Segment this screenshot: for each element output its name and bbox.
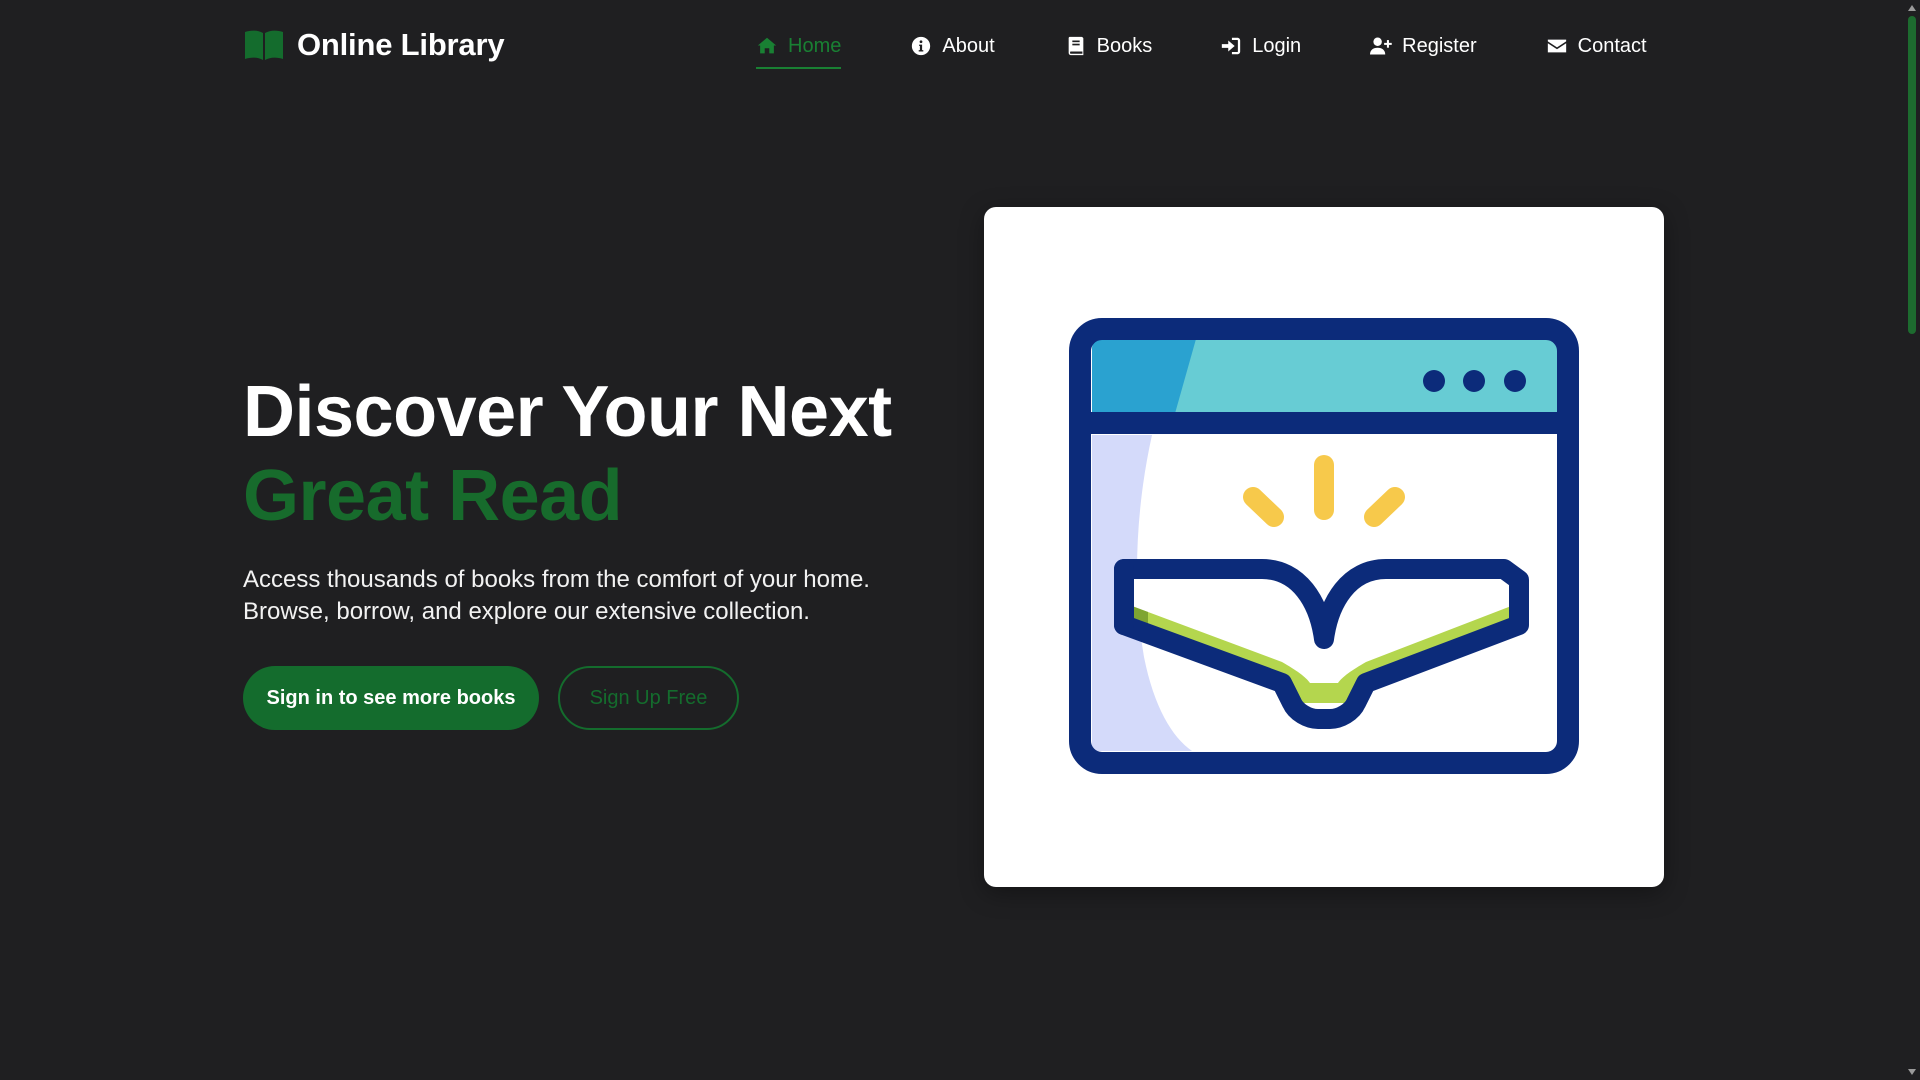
scroll-thumb[interactable] [1908, 16, 1916, 334]
nav-item-label: Contact [1577, 34, 1647, 57]
nav-item-label: Books [1096, 34, 1153, 57]
book-icon [1068, 36, 1083, 56]
hero-title: Discover Your Next Great Read [243, 370, 892, 538]
scroll-down-arrow-icon[interactable] [1908, 1069, 1916, 1075]
brand-logo[interactable]: Online Library [243, 26, 505, 64]
nav-item-books[interactable]: Books [1065, 28, 1153, 64]
sign-in-icon [1222, 37, 1241, 55]
sign-up-button[interactable]: Sign Up Free [558, 666, 739, 730]
hero-title-line1: Discover Your Next [243, 372, 892, 452]
info-circle-icon [912, 36, 931, 56]
envelope-icon [1547, 39, 1566, 53]
scroll-up-arrow-icon[interactable] [1908, 5, 1916, 11]
book-open-icon [245, 30, 283, 60]
user-plus-icon [1370, 37, 1392, 55]
browser-book-illustration [1069, 318, 1579, 774]
nav-item-label: Register [1402, 34, 1477, 57]
nav-item-home[interactable]: Home [756, 28, 842, 69]
main-nav: Home About Books Login Register Contact [756, 28, 1647, 69]
navbar: Online Library Home About Books Login Re… [0, 0, 1904, 90]
home-icon [757, 37, 777, 54]
nav-item-contact[interactable]: Contact [1546, 28, 1647, 64]
hero-subtitle: Access thousands of books from the comfo… [243, 564, 903, 628]
brand-name: Online Library [297, 27, 505, 62]
hero-subtitle-line2: Browse, borrow, and explore our extensiv… [243, 598, 810, 625]
nav-item-label: Home [788, 34, 842, 57]
nav-item-register[interactable]: Register [1370, 28, 1477, 64]
hero-title-accent: Great Read [243, 456, 623, 536]
nav-item-login[interactable]: Login [1220, 28, 1301, 64]
nav-item-label: Login [1252, 34, 1302, 57]
nav-item-about[interactable]: About [910, 28, 995, 64]
hero-illustration-card [984, 207, 1664, 887]
nav-item-label: About [942, 34, 995, 57]
page-scrollbar[interactable] [1904, 0, 1920, 1080]
sign-in-button[interactable]: Sign in to see more books [243, 666, 539, 730]
hero-subtitle-line1: Access thousands of books from the comfo… [243, 566, 870, 593]
